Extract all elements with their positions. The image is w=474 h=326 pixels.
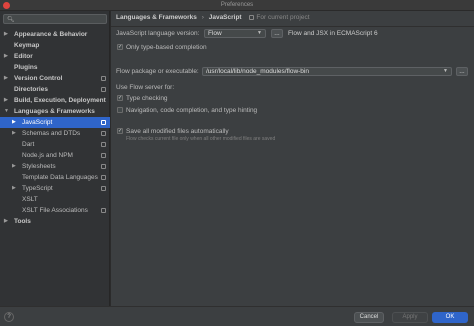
project-icon [101,186,106,191]
sidebar-item-label: Build, Execution, Deployment [14,97,106,104]
js-version-label: JavaScript language version: [116,30,200,37]
expand-right-icon[interactable]: ▶ [4,51,8,62]
only-type-based-checkbox[interactable]: ✓ [117,44,123,50]
search-input[interactable]: 🔍︎ [3,14,107,24]
flow-package-label: Flow package or executable: [116,68,199,75]
expand-down-icon[interactable]: ▼ [4,106,9,117]
js-version-more-button[interactable]: ... [271,29,283,38]
project-icon [101,120,106,125]
apply-button[interactable]: Apply [392,312,428,323]
settings-tree: ▶ Appearance & Behavior Keymap ▶ Editor Plugi… [0,29,110,227]
project-icon [101,131,106,136]
sidebar-item-label: Version Control [14,75,63,82]
expand-right-icon[interactable]: ▶ [12,183,16,194]
sidebar-item-label: JavaScript [22,119,53,126]
sidebar-item-keymap[interactable]: Keymap [0,40,110,51]
expand-right-icon[interactable]: ▶ [4,95,8,106]
breadcrumb-item: JavaScript [208,14,242,21]
save-all-checkbox[interactable]: ✓ [117,128,123,134]
sidebar-item-label: Dart [22,141,35,148]
project-icon [101,164,106,169]
expand-right-icon[interactable]: ▶ [12,117,16,128]
sidebar-item-label: Editor [14,53,33,60]
sidebar-item-label: Stylesheets [22,163,56,170]
settings-panel: Languages & Frameworks › JavaScript For … [111,11,474,306]
sidebar-item-label: Tools [14,218,31,225]
sidebar-item-typescript[interactable]: ▶ TypeScript [0,183,110,194]
expand-right-icon[interactable]: ▶ [12,128,16,139]
project-scope-note: For current project [249,14,310,21]
expand-right-icon[interactable]: ▶ [4,216,8,227]
breadcrumb-separator: › [201,14,204,21]
divider [111,26,474,27]
sidebar-item-plugins[interactable]: Plugins [0,62,110,73]
project-icon [101,153,106,158]
flow-package-value: /usr/local/lib/node_modules/flow-bin [206,68,309,75]
sidebar-item-label: Template Data Languages [22,174,98,181]
sidebar-item-build-execution-deployment[interactable]: ▶ Build, Execution, Deployment [0,95,110,106]
breadcrumb-item: Languages & Frameworks [116,14,197,21]
sidebar-item-label: XSLT File Associations [22,207,88,214]
use-flow-server-label: Use Flow server for: [116,84,175,91]
navigation-label: Navigation, code completion, and type hi… [126,107,258,114]
sidebar-item-schemas-and-dtds[interactable]: ▶ Schemas and DTDs [0,128,110,139]
sidebar-item-dart[interactable]: Dart [0,139,110,150]
expand-right-icon[interactable]: ▶ [12,161,16,172]
sidebar-item-label: Appearance & Behavior [14,31,88,38]
expand-right-icon[interactable]: ▶ [4,29,8,40]
cancel-button[interactable]: Cancel [354,312,384,323]
project-icon [101,87,106,92]
help-button[interactable]: ? [4,312,14,322]
sidebar-item-label: Languages & Frameworks [14,108,95,115]
sidebar-item-xslt-file-associations[interactable]: XSLT File Associations [0,205,110,216]
navigation-checkbox[interactable] [117,107,123,113]
flow-package-more-button[interactable]: ... [456,67,468,76]
dialog-footer: ? Cancel Apply OK [0,306,474,326]
type-checking-checkbox[interactable]: ✓ [117,95,123,101]
chevron-down-icon: ▼ [257,30,262,36]
sidebar-item-node-js-and-npm[interactable]: Node.js and NPM [0,150,110,161]
save-all-label: Save all modified files automatically [126,128,229,135]
window-title: Preferences [220,2,254,8]
sidebar-item-languages-frameworks[interactable]: ▼ Languages & Frameworks [0,106,110,117]
project-scope-label: For current project [256,14,310,21]
chevron-down-icon: ▼ [443,68,448,74]
js-version-value: Flow [208,30,222,37]
sidebar-item-directories[interactable]: Directories [0,84,110,95]
js-version-select[interactable]: Flow ▼ [204,29,266,38]
ok-button[interactable]: OK [432,312,468,323]
project-icon [101,76,106,81]
sidebar-item-stylesheets[interactable]: ▶ Stylesheets [0,161,110,172]
only-type-based-label: Only type-based completion [126,44,207,51]
save-all-hint: Flow checks current file only when all o… [126,136,276,142]
sidebar-item-label: Keymap [14,42,40,49]
sidebar-item-label: Node.js and NPM [22,152,73,159]
expand-right-icon[interactable]: ▶ [4,73,8,84]
sidebar-item-label: TypeScript [22,185,53,192]
project-icon [249,15,255,20]
sidebar-item-appearance-behavior[interactable]: ▶ Appearance & Behavior [0,29,110,40]
sidebar-item-xslt[interactable]: XSLT [0,194,110,205]
sidebar-item-tools[interactable]: ▶ Tools [0,216,110,227]
project-icon [101,208,106,213]
sidebar-item-label: Schemas and DTDs [22,130,81,137]
sidebar-item-editor[interactable]: ▶ Editor [0,51,110,62]
js-version-description: Flow and JSX in ECMAScript 6 [288,30,378,37]
sidebar-item-label: XSLT [22,196,38,203]
breadcrumb: Languages & Frameworks › JavaScript For … [116,14,310,21]
settings-sidebar: 🔍︎ ▶ Appearance & Behavior Keymap ▶ Editor Pl… [0,11,110,306]
project-icon [101,142,106,147]
sidebar-item-label: Directories [14,86,48,93]
title-bar: Preferences [0,0,474,11]
type-checking-label: Type checking [126,95,168,102]
sidebar-item-label: Plugins [14,64,38,71]
search-icon: 🔍︎ [7,17,15,23]
sidebar-item-template-data-languages[interactable]: Template Data Languages [0,172,110,183]
sidebar-item-version-control[interactable]: ▶ Version Control [0,73,110,84]
project-icon [101,175,106,180]
sidebar-item-javascript[interactable]: ▶ JavaScript [0,117,110,128]
flow-package-select[interactable]: /usr/local/lib/node_modules/flow-bin ▼ [202,67,452,76]
